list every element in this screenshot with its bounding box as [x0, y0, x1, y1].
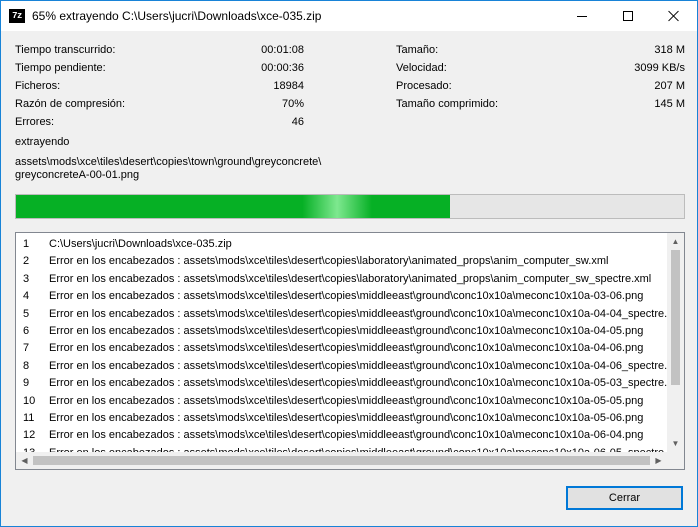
scrollbar-corner — [667, 452, 684, 469]
scroll-up-arrow-icon[interactable]: ▲ — [667, 233, 684, 250]
operation-status: extrayendo — [15, 136, 70, 148]
log-row-text: Error en los encabezados : assets\mods\x… — [49, 411, 644, 424]
window-title: 65% extrayendo C:\Users\jucri\Downloads\… — [32, 9, 322, 23]
log-row[interactable]: 11 Error en los encabezados : assets\mods… — [16, 410, 668, 427]
processed-value: 207 M — [654, 80, 685, 92]
log-row[interactable]: 6 Error en los encabezados : assets\mods\… — [16, 323, 668, 340]
log-row-number: 11 — [23, 411, 35, 424]
size-value: 318 M — [654, 44, 685, 56]
log-row-number: 12 — [23, 429, 36, 442]
log-row-text: Error en los encabezados : assets\mods\x… — [49, 290, 644, 303]
log-row[interactable]: 10 Error en los encabezados : assets\mods… — [16, 393, 668, 410]
log-row[interactable]: 7 Error en los encabezados : assets\mods\… — [16, 340, 668, 357]
compression-ratio-label: Razón de compresión: — [15, 98, 126, 110]
log-row-number: 7 — [23, 342, 30, 355]
current-file-name: greyconcreteA-00-01.png — [15, 169, 140, 181]
errors-label: Errores: — [15, 116, 55, 128]
maximize-button[interactable] — [605, 1, 651, 31]
log-row-number: 6 — [23, 324, 30, 337]
log-row[interactable]: 12 Error en los encabezados : assets\mods… — [16, 427, 668, 444]
close-button[interactable]: Cerrar — [566, 486, 683, 510]
compressed-size-value: 145 M — [654, 98, 685, 110]
files-value: 18984 — [273, 80, 304, 92]
log-row-text: Error en los encabezados : assets\mods\x… — [49, 342, 644, 355]
remaining-time-label: Tiempo pendiente: — [15, 62, 106, 74]
log-row-number: 4 — [23, 290, 30, 303]
log-row[interactable]: 2 Error en los encabezados : assets\mods\… — [16, 253, 668, 270]
horizontal-scroll-thumb[interactable] — [33, 456, 650, 465]
log-row-number: 5 — [23, 307, 30, 320]
size-label: Tamaño: — [396, 44, 439, 56]
log-row[interactable]: 9 Error en los encabezados : assets\mods\… — [16, 375, 668, 392]
minimize-button[interactable] — [559, 1, 605, 31]
progress-bar — [15, 194, 685, 219]
log-rows: 1 C:\Users\jucri\Downloads\xce-035.zip 2 Er… — [16, 236, 668, 453]
log-row-number: 10 — [23, 394, 36, 407]
log-row[interactable]: 3 Error en los encabezados : assets\mods\… — [16, 271, 668, 288]
log-row[interactable]: 8 Error en los encabezados : assets\mods\… — [16, 358, 668, 375]
log-row-text: Error en los encabezados : assets\mods\x… — [49, 394, 644, 407]
log-row-text: Error en los encabezados : assets\mods\x… — [49, 255, 609, 268]
log-row-text: Error en los encabezados : assets\mods\x… — [49, 272, 652, 285]
log-row-number: 9 — [23, 377, 30, 390]
elapsed-time-value: 00:01:08 — [261, 44, 304, 56]
log-row-number: 3 — [23, 272, 30, 285]
progress-bar-fill — [16, 195, 451, 218]
log-row-number: 2 — [23, 255, 30, 268]
log-row[interactable]: 5 Error en los encabezados : assets\mods\… — [16, 306, 668, 323]
log-row-number: 8 — [23, 359, 30, 372]
log-row-text: Error en los encabezados : assets\mods\x… — [49, 307, 668, 320]
current-file-path: assets\mods\xce\tiles\desert\copies\town… — [15, 156, 322, 168]
scroll-left-arrow-icon[interactable]: ◀ — [16, 452, 33, 469]
log-row[interactable]: 1 C:\Users\jucri\Downloads\xce-035.zip — [16, 236, 668, 253]
log-row-text: Error en los encabezados : assets\mods\x… — [49, 377, 668, 390]
log-row[interactable]: 4 Error en los encabezados : assets\mods\… — [16, 288, 668, 305]
log-row-text: Error en los encabezados : assets\mods\x… — [49, 324, 644, 337]
scroll-right-arrow-icon[interactable]: ▶ — [650, 452, 667, 469]
log-row-text: C:\Users\jucri\Downloads\xce-035.zip — [49, 238, 232, 250]
horizontal-scrollbar[interactable]: ◀ ▶ — [16, 452, 667, 469]
files-label: Ficheros: — [15, 80, 61, 92]
errors-value: 46 — [291, 116, 304, 128]
scroll-down-arrow-icon[interactable]: ▼ — [667, 435, 684, 452]
error-log-list[interactable]: 1 C:\Users\jucri\Downloads\xce-035.zip 2 Er… — [15, 232, 685, 470]
close-icon — [668, 10, 680, 22]
speed-label: Velocidad: — [396, 62, 447, 74]
speed-value: 3099 KB/s — [634, 62, 685, 74]
maximize-icon — [623, 11, 633, 21]
7zip-app-icon: 7z — [9, 9, 25, 23]
log-row-text: Error en los encabezados : assets\mods\x… — [49, 359, 668, 372]
elapsed-time-label: Tiempo transcurrido: — [15, 44, 116, 56]
processed-label: Procesado: — [396, 80, 452, 92]
compression-ratio-value: 70% — [281, 98, 304, 110]
compressed-size-label: Tamaño comprimido: — [396, 98, 499, 110]
log-row-text: Error en los encabezados : assets\mods\x… — [49, 429, 644, 442]
vertical-scrollbar[interactable]: ▲ ▼ — [667, 233, 684, 452]
log-row-number: 1 — [23, 238, 30, 250]
minimize-icon — [577, 15, 587, 17]
extraction-progress-window: 7z 65% extrayendo C:\Users\jucri\Downloa… — [0, 0, 698, 527]
remaining-time-value: 00:00:36 — [261, 62, 304, 74]
title-bar[interactable]: 7z 65% extrayendo C:\Users\jucri\Downloa… — [1, 1, 697, 31]
close-window-button[interactable] — [651, 1, 697, 31]
vertical-scroll-thumb[interactable] — [671, 250, 680, 385]
